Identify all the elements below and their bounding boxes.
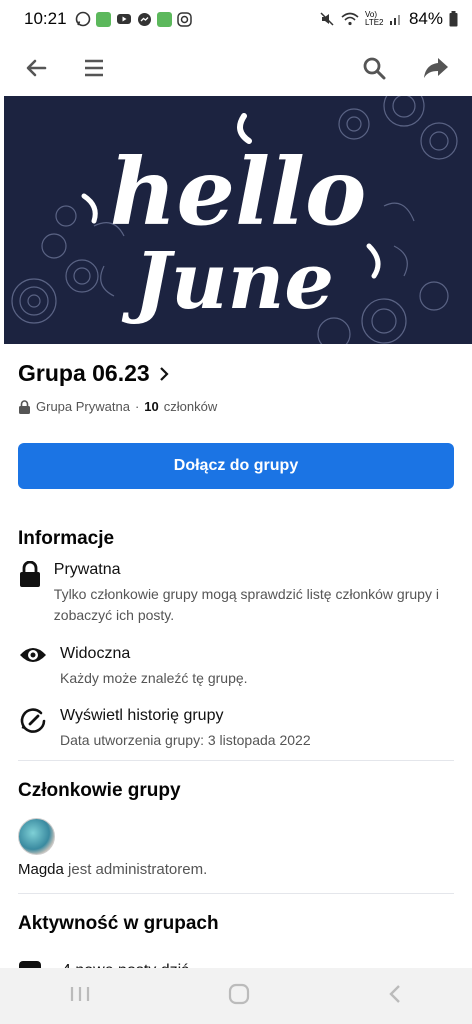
lock-icon bbox=[19, 561, 40, 587]
chevron-left-icon bbox=[389, 984, 401, 1003]
admin-suffix: jest administratorem. bbox=[63, 861, 208, 878]
info-description: Tylko członkowie grupy mogą sprawdzić li… bbox=[53, 586, 439, 623]
status-time: 10:21 bbox=[24, 9, 67, 28]
info-description: Każdy może znaleźć tę grupę. bbox=[60, 670, 248, 686]
recent-apps-button[interactable] bbox=[69, 985, 91, 1008]
wifi-icon bbox=[341, 12, 359, 26]
join-group-button[interactable]: Dołącz do grupy bbox=[18, 443, 454, 489]
search-icon bbox=[363, 57, 386, 80]
info-title: Prywatna bbox=[53, 561, 121, 578]
group-header: Grupa 06.23 Grupa Prywatna · 10 członków bbox=[18, 360, 458, 414]
home-icon bbox=[228, 983, 250, 1004]
cover-text-line1: hello bbox=[110, 138, 367, 246]
admin-name[interactable]: Magda bbox=[18, 861, 64, 878]
notification-icons bbox=[75, 11, 192, 27]
search-button[interactable] bbox=[356, 50, 392, 86]
members-label[interactable]: członków bbox=[164, 399, 217, 414]
messenger-icon bbox=[137, 12, 151, 26]
mute-icon bbox=[320, 12, 334, 26]
lock-icon bbox=[19, 399, 30, 414]
menu-button[interactable] bbox=[76, 50, 112, 86]
info-text: Prywatna Tylko członkowie grupy mogą spr… bbox=[54, 561, 458, 626]
home-button[interactable] bbox=[228, 983, 250, 1010]
section-divider bbox=[18, 893, 454, 894]
chevron-right-icon bbox=[159, 366, 169, 381]
group-privacy-label: Grupa Prywatna bbox=[36, 399, 130, 414]
meta-separator: · bbox=[134, 399, 140, 414]
network-label: Vo) LTE2 bbox=[364, 10, 384, 27]
info-row-visible: Widoczna Każdy może znaleźć tę grupę. bbox=[18, 645, 458, 689]
section-divider bbox=[18, 760, 454, 761]
cover-artwork: hello June bbox=[11, 96, 458, 344]
top-navigation bbox=[0, 40, 472, 96]
group-title-row[interactable]: Grupa 06.23 bbox=[18, 360, 458, 387]
info-title: Wyświetl historię grupy bbox=[60, 707, 224, 724]
info-icon-wrapper bbox=[18, 645, 48, 675]
avatar[interactable] bbox=[18, 818, 55, 855]
group-cover-image[interactable]: hello June bbox=[4, 96, 472, 344]
back-arrow-icon bbox=[26, 59, 47, 77]
info-text: Wyświetl historię grupy Data utworzenia … bbox=[60, 707, 311, 751]
admin-line: Magda jest administratorem. bbox=[18, 861, 207, 878]
group-meta: Grupa Prywatna · 10 członków bbox=[18, 399, 458, 414]
info-row-private: Prywatna Tylko członkowie grupy mogą spr… bbox=[18, 561, 458, 626]
activity-section-title: Aktywność w grupach bbox=[18, 913, 219, 934]
history-icon bbox=[20, 708, 46, 733]
system-navigation-bar bbox=[0, 968, 472, 1024]
battery-percent: 84% bbox=[408, 9, 443, 28]
share-button[interactable] bbox=[418, 50, 454, 86]
info-section-title: Informacje bbox=[18, 528, 115, 549]
status-bar: 10:21 Vo) LTE2 84% bbox=[0, 0, 472, 38]
battery-icon bbox=[449, 11, 458, 27]
menu-icon bbox=[85, 59, 103, 77]
share-icon bbox=[424, 58, 448, 78]
recent-apps-icon bbox=[70, 986, 89, 1001]
info-row-history[interactable]: Wyświetl historię grupy Data utworzenia … bbox=[18, 707, 458, 751]
system-status: Vo) LTE2 84% bbox=[319, 9, 458, 29]
back-button[interactable] bbox=[18, 50, 54, 86]
youtube-icon bbox=[116, 14, 131, 24]
system-back-button[interactable] bbox=[387, 983, 403, 1010]
cover-text-line2: June bbox=[121, 236, 334, 327]
info-icon-wrapper bbox=[18, 707, 48, 737]
info-text: Widoczna Każdy może znaleźć tę grupę. bbox=[60, 645, 248, 689]
info-icon-wrapper bbox=[18, 561, 42, 591]
instagram-icon bbox=[176, 11, 192, 27]
members-count[interactable]: 10 bbox=[144, 399, 158, 414]
info-description: Data utworzenia grupy: 3 listopada 2022 bbox=[60, 732, 311, 748]
app-icon bbox=[156, 11, 172, 27]
eye-icon bbox=[20, 648, 46, 662]
info-title: Widoczna bbox=[60, 645, 131, 662]
whatsapp-icon bbox=[75, 11, 90, 27]
app-icon bbox=[95, 11, 111, 27]
signal-icon bbox=[389, 15, 400, 25]
group-title: Grupa 06.23 bbox=[18, 360, 150, 386]
members-section-title: Członkowie grupy bbox=[18, 780, 181, 801]
